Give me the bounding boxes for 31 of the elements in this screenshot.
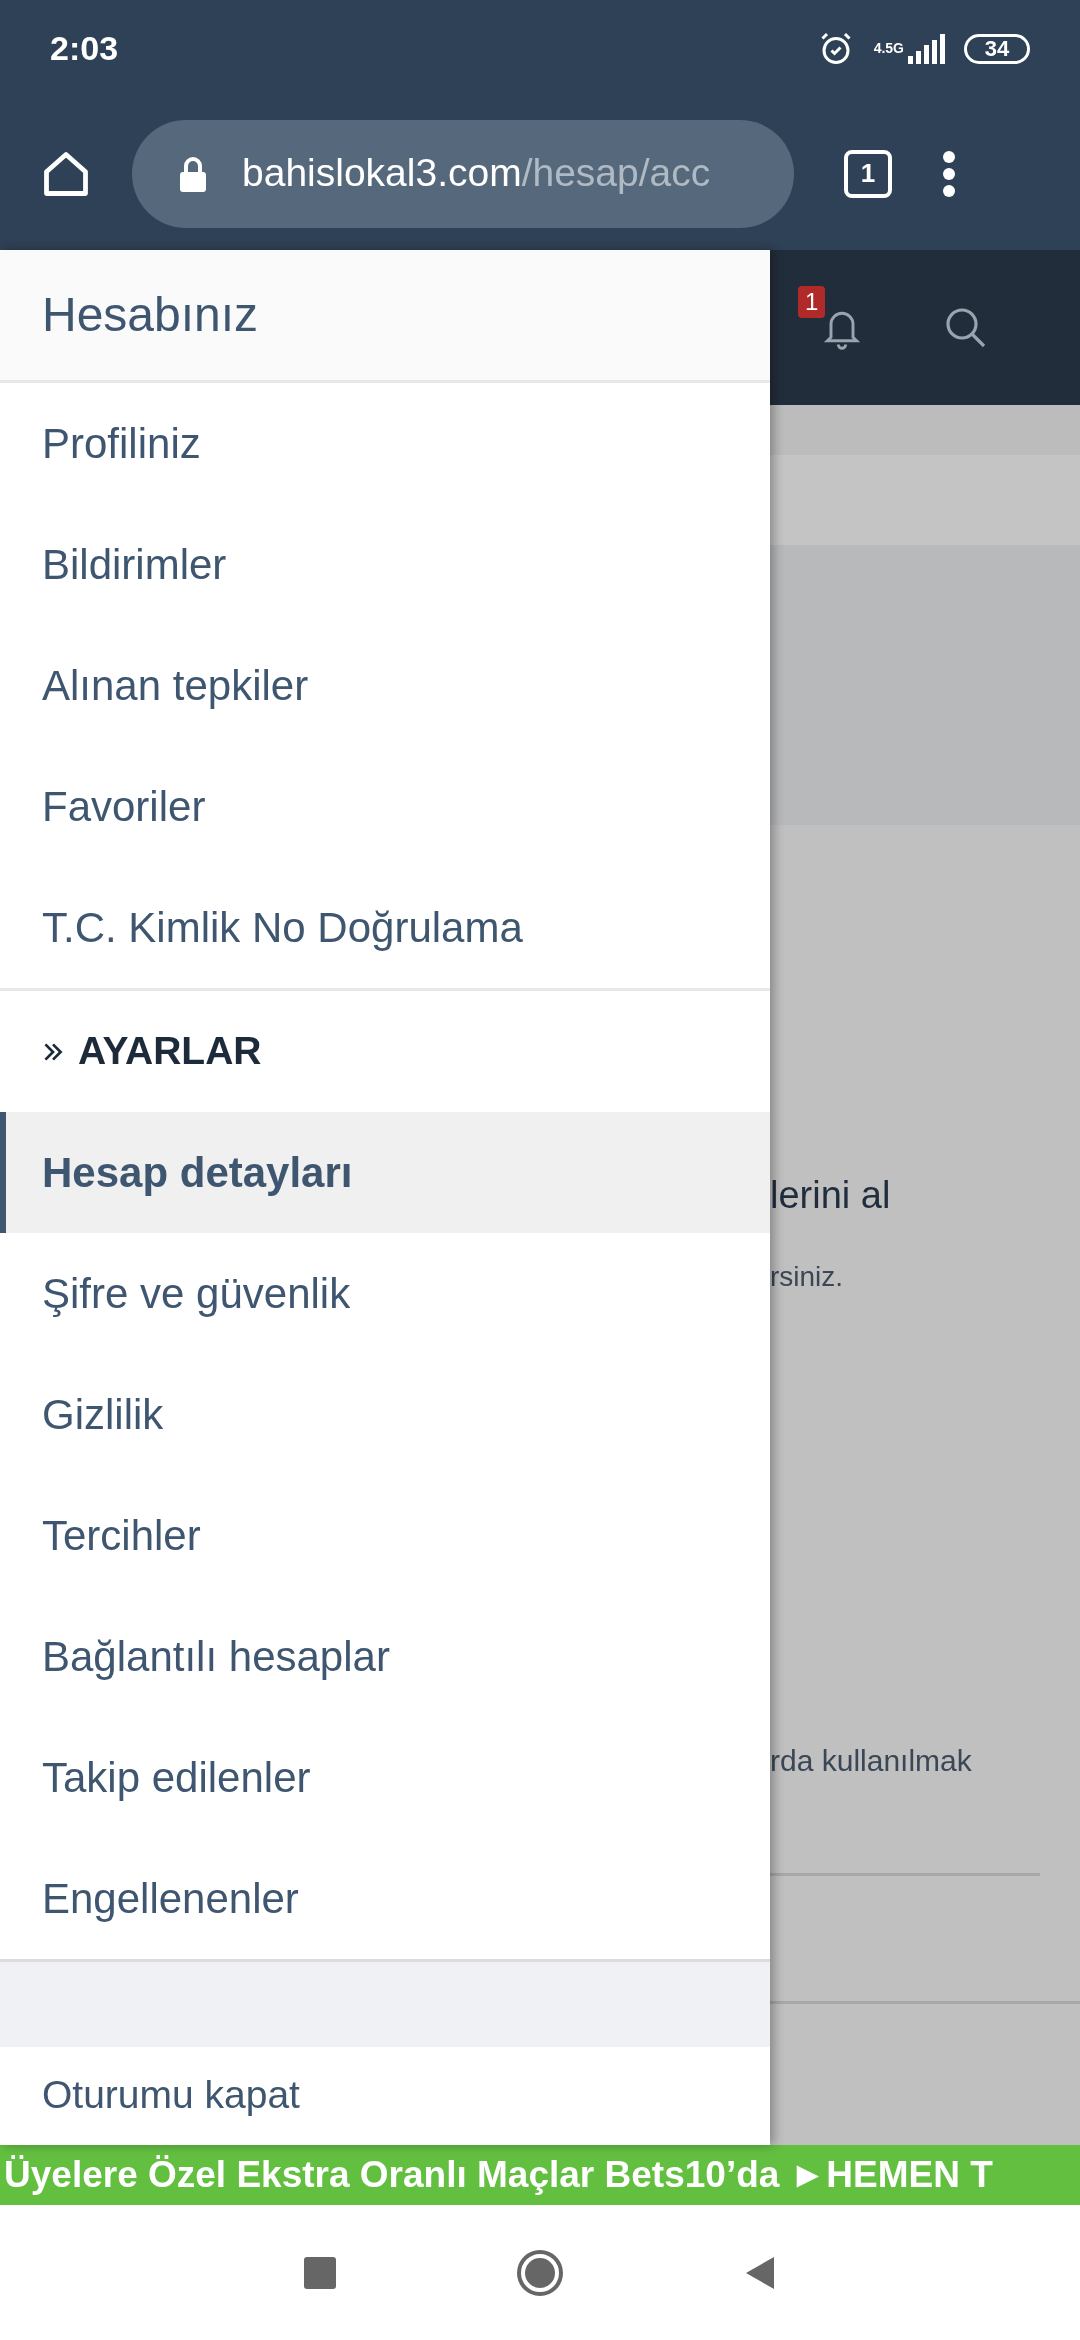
page-heading-text: lerini al bbox=[770, 1173, 892, 1218]
menu-item[interactable]: Engellenenler bbox=[0, 1838, 770, 1959]
menu-item[interactable]: Tercihler bbox=[0, 1475, 770, 1596]
menu-item[interactable]: Bildirimler bbox=[0, 504, 770, 625]
back-icon[interactable] bbox=[744, 2254, 776, 2291]
menu-item[interactable]: Bağlantılı hesaplar bbox=[0, 1596, 770, 1717]
notification-badge: 1 bbox=[798, 285, 826, 318]
menu-item[interactable]: Takip edilenler bbox=[0, 1717, 770, 1838]
network-label: 4.5G bbox=[873, 39, 904, 58]
section-heading: AYARLAR bbox=[78, 1028, 262, 1075]
home-button-icon[interactable] bbox=[516, 2248, 564, 2297]
lock-icon bbox=[178, 155, 208, 192]
menu-item[interactable]: Şifre ve güvenlik bbox=[0, 1233, 770, 1354]
drawer-header: Hesabınız bbox=[0, 250, 770, 383]
status-time: 2:03 bbox=[50, 28, 119, 69]
menu-item[interactable]: Oturumu kapat bbox=[0, 2047, 770, 2144]
menu-item[interactable]: Hesap detayları bbox=[0, 1112, 770, 1233]
menu-item[interactable]: Favoriler bbox=[0, 746, 770, 867]
signal-icon bbox=[908, 33, 948, 64]
recents-icon[interactable] bbox=[304, 2256, 336, 2289]
url-text: bahislokal3.com/hesap/acc bbox=[242, 150, 711, 197]
menu-item[interactable]: Alınan tepkiler bbox=[0, 625, 770, 746]
menu-item[interactable]: Gizlilik bbox=[0, 1354, 770, 1475]
tab-count-button[interactable]: 1 bbox=[844, 149, 892, 198]
url-bar[interactable]: bahislokal3.com/hesap/acc bbox=[132, 119, 794, 228]
page-body-text: rda kullanılmak bbox=[770, 1743, 973, 1779]
menu-item[interactable]: T.C. Kimlik No Doğrulama bbox=[0, 867, 770, 988]
battery-indicator: 34 bbox=[964, 33, 1030, 64]
menu-item[interactable]: Profiliniz bbox=[0, 383, 770, 504]
page-body-text: rsiniz. bbox=[770, 1260, 845, 1294]
more-options-icon[interactable] bbox=[942, 149, 956, 198]
